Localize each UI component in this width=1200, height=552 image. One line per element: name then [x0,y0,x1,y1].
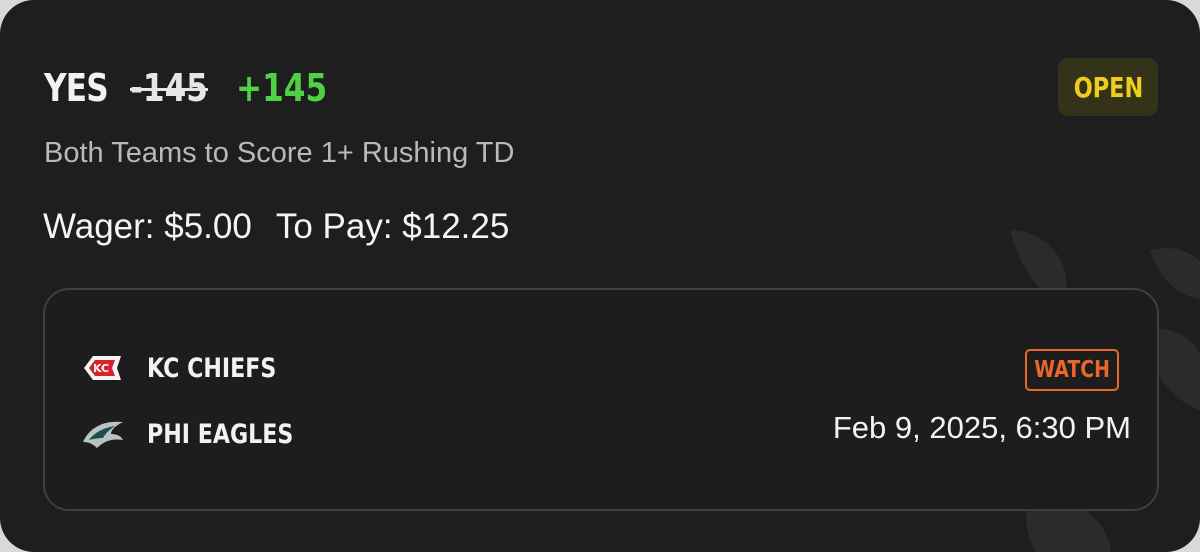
svg-text:KC: KC [93,362,109,375]
payout-amount: To Pay: $12.25 [275,207,510,246]
bet-card: YES -145 +145 OPEN Both Teams to Score 1… [0,0,1200,552]
market-description: Both Teams to Score 1+ Rushing TD [44,137,515,169]
team-name: PHI EAGLES [147,418,294,450]
odds-row: YES -145 +145 [44,66,347,110]
wager-amount: Wager: $5.00 [43,207,252,246]
watch-label: WATCH [1034,357,1110,383]
bet-pick: YES [44,66,109,110]
chiefs-logo-icon: KC [84,356,121,380]
team-row-chiefs: KC KC CHIEFS [81,350,305,386]
game-datetime: Feb 9, 2025, 6:30 PM [832,410,1131,445]
watch-button[interactable]: WATCH [1025,349,1119,391]
status-badge: OPEN [1058,58,1158,116]
eagles-logo-icon [83,421,123,448]
wager-row: Wager: $5.00 To Pay: $12.25 [43,207,509,247]
boosted-odds: +145 [236,66,328,110]
original-odds: -145 [130,66,208,110]
game-box: KC KC CHIEFS PHI EAGLES WATCH Feb 9, 202… [43,288,1159,511]
status-label: OPEN [1073,70,1143,104]
team-row-eagles: PHI EAGLES [81,416,325,452]
team-name: KC CHIEFS [147,352,277,384]
